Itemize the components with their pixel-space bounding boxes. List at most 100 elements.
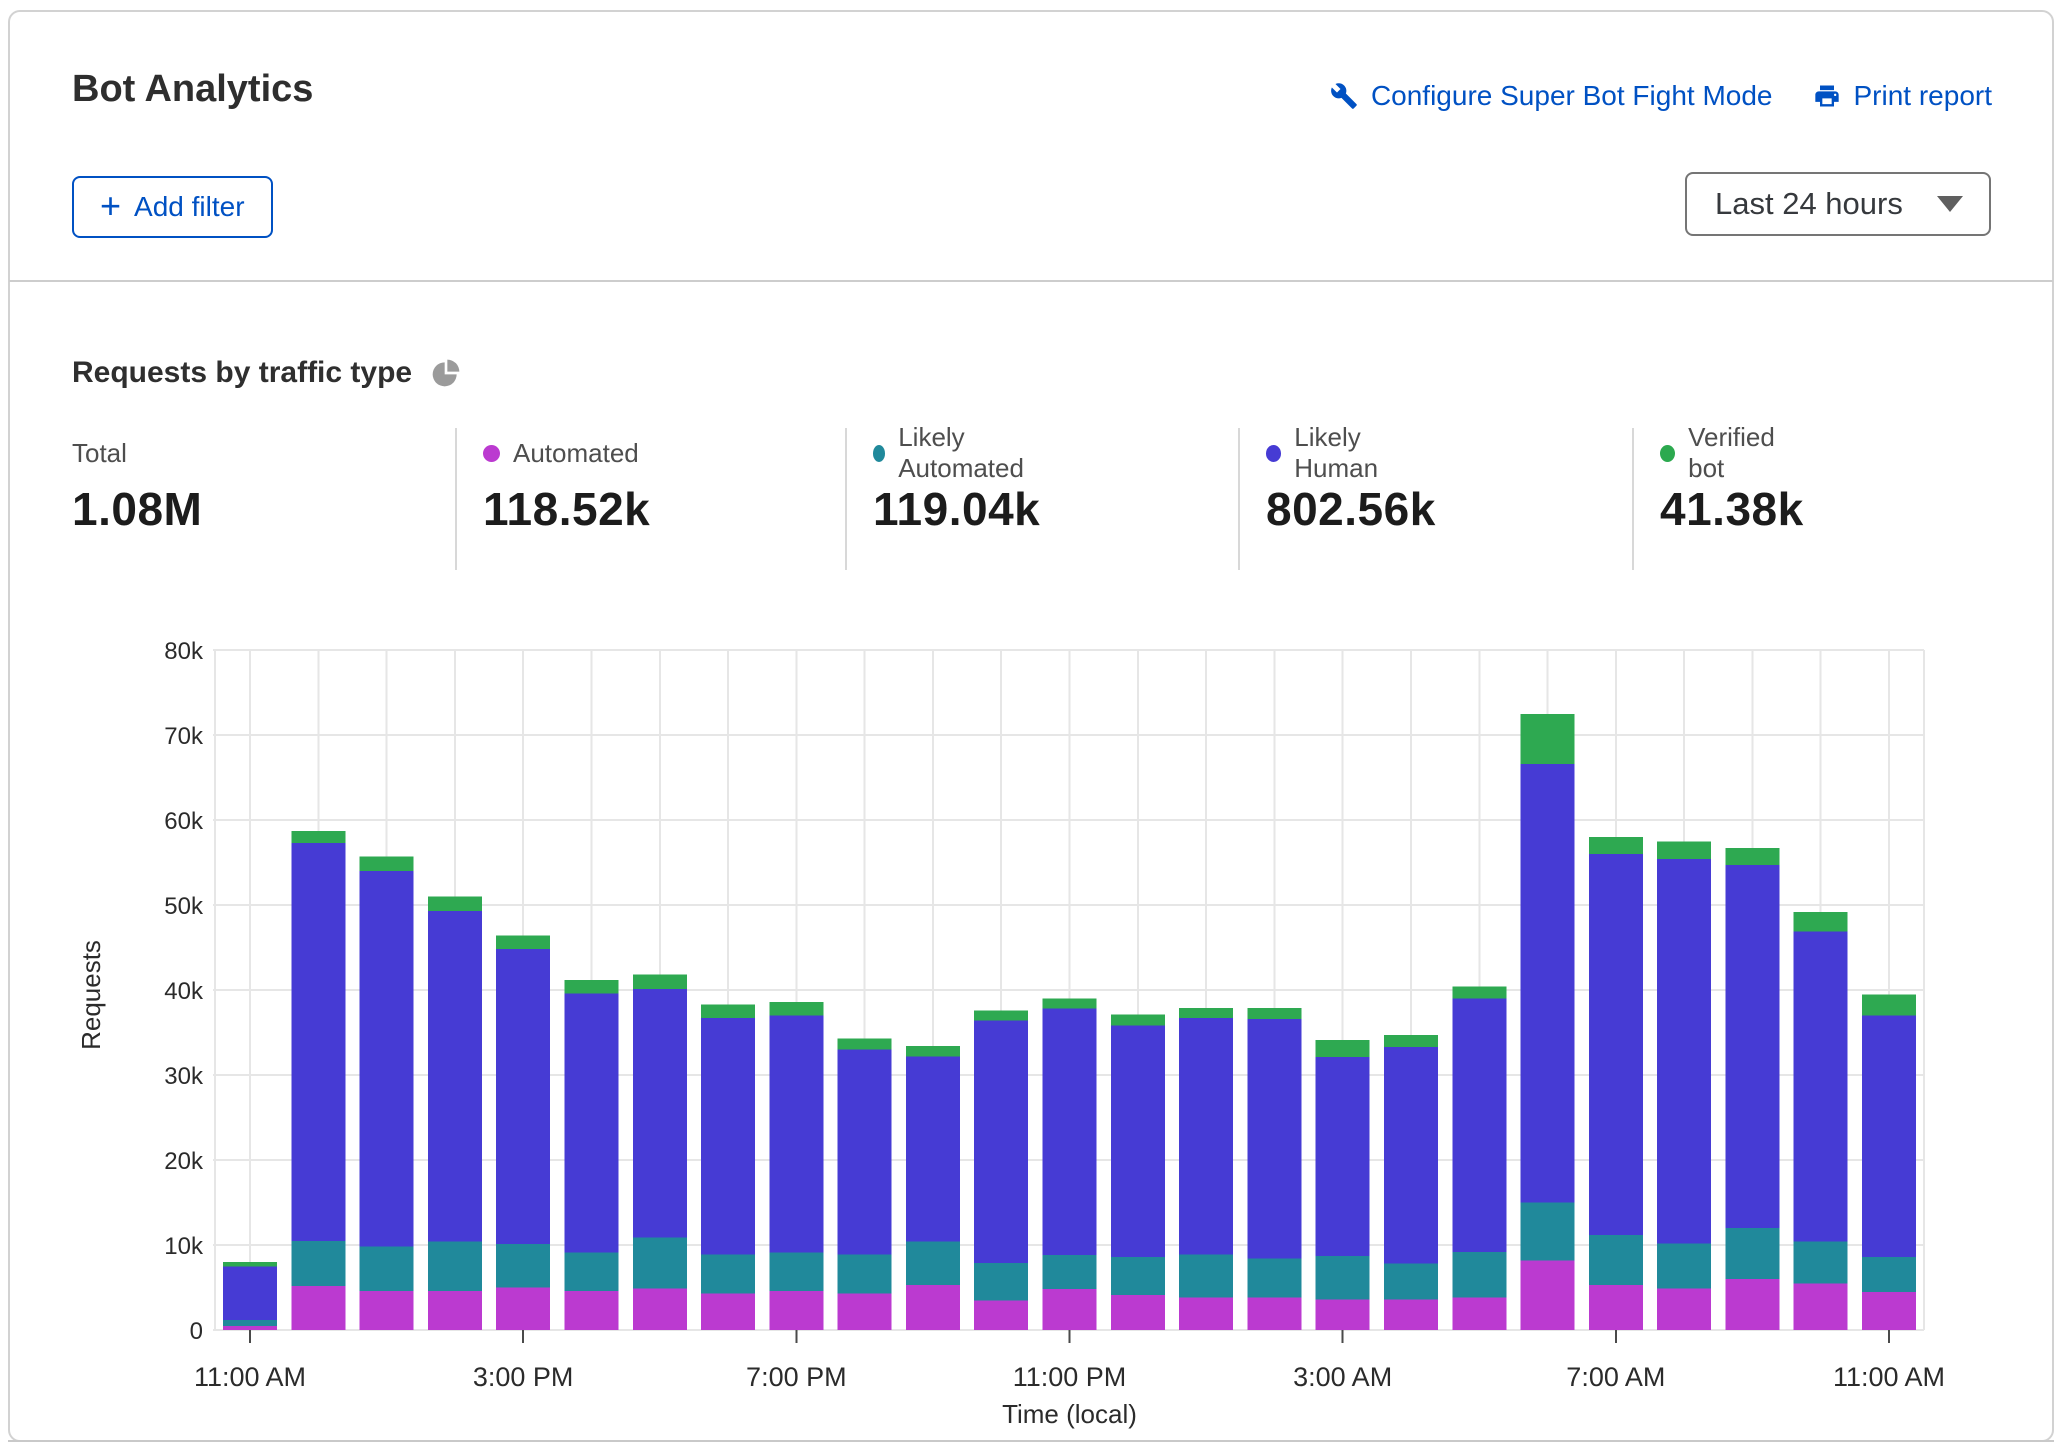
bar-segment-automated[interactable] bbox=[1588, 1284, 1643, 1330]
bar-segment-automated[interactable] bbox=[1520, 1260, 1575, 1330]
bar-segment-likely-human[interactable] bbox=[1315, 1057, 1370, 1257]
bar-segment-likely-human[interactable] bbox=[291, 842, 346, 1241]
bar-segment-likely-automated[interactable] bbox=[701, 1254, 756, 1294]
bar-segment-verified-bot[interactable] bbox=[837, 1038, 892, 1050]
bar-segment-likely-automated[interactable] bbox=[1725, 1228, 1780, 1279]
bar-segment-likely-human[interactable] bbox=[701, 1018, 756, 1255]
bar-segment-likely-human[interactable] bbox=[564, 993, 619, 1253]
bar-segment-verified-bot[interactable] bbox=[1452, 986, 1507, 999]
bar-segment-likely-automated[interactable] bbox=[1862, 1256, 1916, 1292]
bar-segment-verified-bot[interactable] bbox=[1247, 1007, 1302, 1019]
bar-segment-automated[interactable] bbox=[1383, 1299, 1438, 1330]
bar-segment-likely-human[interactable] bbox=[632, 989, 687, 1238]
bar-segment-automated[interactable] bbox=[701, 1293, 756, 1330]
bar-segment-verified-bot[interactable] bbox=[974, 1010, 1029, 1021]
bar-segment-likely-automated[interactable] bbox=[291, 1240, 346, 1286]
bar-segment-automated[interactable] bbox=[632, 1288, 687, 1330]
bar-segment-likely-automated[interactable] bbox=[223, 1319, 277, 1326]
bar-segment-likely-automated[interactable] bbox=[1657, 1243, 1712, 1289]
bar-segment-automated[interactable] bbox=[1179, 1297, 1234, 1330]
bar-segment-likely-automated[interactable] bbox=[359, 1246, 414, 1291]
bar-segment-automated[interactable] bbox=[1657, 1288, 1712, 1330]
bar-segment-likely-automated[interactable] bbox=[974, 1262, 1029, 1301]
bar-segment-likely-human[interactable] bbox=[1862, 1015, 1916, 1257]
bar-segment-likely-automated[interactable] bbox=[837, 1254, 892, 1294]
bar-segment-likely-human[interactable] bbox=[1042, 1008, 1097, 1256]
bar-segment-likely-automated[interactable] bbox=[1042, 1255, 1097, 1290]
bar-segment-verified-bot[interactable] bbox=[1179, 1007, 1234, 1019]
bar-segment-likely-human[interactable] bbox=[359, 871, 414, 1247]
bar-segment-automated[interactable] bbox=[223, 1325, 277, 1330]
bar-segment-verified-bot[interactable] bbox=[1110, 1014, 1165, 1026]
bar-segment-likely-automated[interactable] bbox=[905, 1241, 960, 1285]
bar-segment-automated[interactable] bbox=[1042, 1289, 1097, 1330]
bar-segment-verified-bot[interactable] bbox=[632, 974, 687, 990]
bar-segment-verified-bot[interactable] bbox=[1383, 1035, 1438, 1047]
bar-segment-likely-automated[interactable] bbox=[427, 1241, 482, 1291]
bar-segment-likely-automated[interactable] bbox=[496, 1244, 551, 1288]
bar-segment-automated[interactable] bbox=[974, 1300, 1029, 1330]
bar-segment-verified-bot[interactable] bbox=[359, 856, 414, 871]
bar-segment-likely-automated[interactable] bbox=[1110, 1256, 1165, 1296]
bar-segment-verified-bot[interactable] bbox=[1657, 841, 1712, 860]
bar-segment-likely-automated[interactable] bbox=[1452, 1251, 1507, 1298]
bar-segment-verified-bot[interactable] bbox=[1725, 848, 1780, 866]
bar-segment-likely-human[interactable] bbox=[1657, 859, 1712, 1244]
bar-segment-verified-bot[interactable] bbox=[1862, 994, 1916, 1016]
bar-segment-likely-automated[interactable] bbox=[1247, 1258, 1302, 1298]
bar-segment-likely-human[interactable] bbox=[1725, 865, 1780, 1228]
bar-segment-likely-human[interactable] bbox=[1588, 854, 1643, 1235]
bar-segment-automated[interactable] bbox=[1247, 1297, 1302, 1330]
bar-segment-likely-automated[interactable] bbox=[1588, 1234, 1643, 1285]
bar-segment-likely-automated[interactable] bbox=[769, 1252, 824, 1291]
bar-segment-automated[interactable] bbox=[769, 1290, 824, 1330]
bar-segment-verified-bot[interactable] bbox=[1588, 837, 1643, 854]
bar-segment-likely-automated[interactable] bbox=[632, 1237, 687, 1289]
bar-segment-likely-human[interactable] bbox=[496, 949, 551, 1245]
bar-segment-verified-bot[interactable] bbox=[905, 1046, 960, 1057]
bar-segment-likely-human[interactable] bbox=[837, 1049, 892, 1255]
bar-segment-automated[interactable] bbox=[1793, 1283, 1848, 1330]
bar-segment-automated[interactable] bbox=[427, 1290, 482, 1330]
bar-segment-automated[interactable] bbox=[1862, 1291, 1916, 1330]
bar-segment-automated[interactable] bbox=[564, 1290, 619, 1330]
bar-segment-likely-human[interactable] bbox=[223, 1266, 277, 1320]
bar-segment-likely-human[interactable] bbox=[1179, 1018, 1234, 1255]
bar-segment-likely-human[interactable] bbox=[1793, 931, 1848, 1242]
bar-segment-likely-automated[interactable] bbox=[1179, 1254, 1234, 1298]
bar-segment-likely-human[interactable] bbox=[1383, 1046, 1438, 1264]
bar-segment-automated[interactable] bbox=[905, 1284, 960, 1330]
bar-segment-automated[interactable] bbox=[496, 1287, 551, 1331]
bar-segment-automated[interactable] bbox=[291, 1285, 346, 1330]
bar-segment-verified-bot[interactable] bbox=[1042, 998, 1097, 1009]
bar-segment-verified-bot[interactable] bbox=[427, 896, 482, 911]
bar-segment-verified-bot[interactable] bbox=[769, 1001, 824, 1016]
bar-segment-likely-automated[interactable] bbox=[1520, 1202, 1575, 1261]
bar-segment-likely-human[interactable] bbox=[1247, 1018, 1302, 1259]
bar-segment-verified-bot[interactable] bbox=[564, 979, 619, 994]
bar-segment-verified-bot[interactable] bbox=[1793, 911, 1848, 932]
bar-segment-likely-automated[interactable] bbox=[1315, 1256, 1370, 1300]
bar-segment-automated[interactable] bbox=[1725, 1279, 1780, 1330]
bar-segment-automated[interactable] bbox=[1452, 1297, 1507, 1330]
bar-segment-likely-human[interactable] bbox=[769, 1015, 824, 1253]
bar-segment-verified-bot[interactable] bbox=[291, 831, 346, 843]
bar-segment-verified-bot[interactable] bbox=[496, 935, 551, 950]
bar-segment-likely-automated[interactable] bbox=[564, 1252, 619, 1291]
bar-segment-automated[interactable] bbox=[1110, 1295, 1165, 1330]
bar-segment-likely-human[interactable] bbox=[1520, 763, 1575, 1203]
bar-segment-likely-automated[interactable] bbox=[1793, 1241, 1848, 1284]
bar-segment-likely-human[interactable] bbox=[905, 1056, 960, 1242]
bar-segment-verified-bot[interactable] bbox=[701, 1004, 756, 1019]
bar-segment-likely-human[interactable] bbox=[427, 910, 482, 1242]
bar-segment-automated[interactable] bbox=[837, 1293, 892, 1330]
bar-segment-automated[interactable] bbox=[359, 1290, 414, 1330]
bar-segment-likely-automated[interactable] bbox=[1383, 1263, 1438, 1300]
bar-segment-verified-bot[interactable] bbox=[1520, 713, 1575, 764]
bar-segment-verified-bot[interactable] bbox=[223, 1262, 277, 1267]
bar-segment-likely-human[interactable] bbox=[1452, 998, 1507, 1252]
bar-segment-likely-human[interactable] bbox=[1110, 1025, 1165, 1257]
bar-segment-likely-human[interactable] bbox=[974, 1020, 1029, 1263]
bar-segment-verified-bot[interactable] bbox=[1315, 1040, 1370, 1058]
bar-segment-automated[interactable] bbox=[1315, 1299, 1370, 1330]
